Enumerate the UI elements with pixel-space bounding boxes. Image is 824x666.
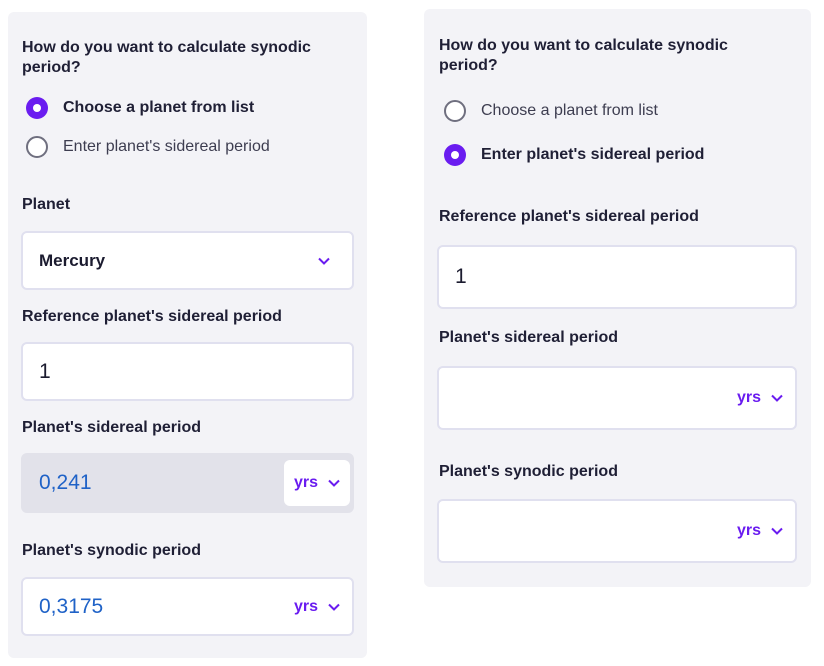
- planet-label: Planet: [22, 196, 71, 213]
- unit-label: yrs: [736, 522, 761, 539]
- sidereal-period-label: Planet's sidereal period: [439, 329, 618, 346]
- radio-label: Choose a planet from list: [481, 102, 658, 119]
- chevron-down-icon: [328, 479, 340, 487]
- synodic-period-field[interactable]: yrs: [437, 499, 797, 563]
- unit-label: yrs: [736, 389, 761, 406]
- method-question: How do you want to calculate synodic per…: [22, 39, 311, 76]
- planet-select[interactable]: Mercury: [21, 231, 354, 290]
- radio-choose-planet[interactable]: Choose a planet from list: [444, 100, 658, 122]
- unit-label: yrs: [293, 474, 318, 491]
- synodic-period-value: 0,3175: [39, 594, 104, 618]
- radio-label: Choose a planet from list: [63, 99, 255, 116]
- chevron-down-icon: [771, 527, 783, 535]
- synodic-unit-select[interactable]: yrs: [294, 598, 340, 616]
- unit-label: yrs: [293, 597, 318, 615]
- chevron-down-icon: [771, 394, 783, 402]
- sidereal-period-field: 0,241 yrs: [21, 453, 354, 513]
- radio-unselected-icon[interactable]: [26, 136, 48, 158]
- radio-enter-sidereal[interactable]: Enter planet's sidereal period: [444, 144, 704, 166]
- method-question: How do you want to calculate synodic per…: [439, 37, 728, 74]
- reference-period-value: 1: [39, 359, 51, 383]
- reference-period-label: Reference planet's sidereal period: [22, 308, 282, 325]
- sidereal-period-value: 0,241: [39, 471, 92, 494]
- chevron-down-icon: [328, 603, 340, 611]
- radio-label: Enter planet's sidereal period: [63, 138, 270, 155]
- radio-label: Enter planet's sidereal period: [481, 146, 705, 163]
- synodic-unit-select[interactable]: yrs: [737, 522, 783, 540]
- sidereal-period-label: Planet's sidereal period: [22, 419, 201, 436]
- calculator-panel-left: How do you want to calculate synodic per…: [8, 12, 367, 658]
- reference-period-value: 1: [455, 265, 467, 288]
- radio-selected-icon[interactable]: [26, 97, 48, 119]
- chevron-down-icon: [318, 257, 330, 265]
- radio-enter-sidereal[interactable]: Enter planet's sidereal period: [26, 136, 270, 158]
- reference-period-input[interactable]: 1: [437, 245, 797, 309]
- synodic-period-field[interactable]: 0,3175 yrs: [21, 577, 354, 636]
- sidereal-unit-select[interactable]: yrs: [737, 389, 783, 407]
- synodic-period-label: Planet's synodic period: [22, 542, 201, 559]
- radio-unselected-icon[interactable]: [444, 100, 466, 122]
- sidereal-unit-select[interactable]: yrs: [283, 460, 350, 506]
- radio-selected-icon[interactable]: [444, 144, 466, 166]
- reference-period-label: Reference planet's sidereal period: [439, 208, 699, 225]
- calculator-panel-right: How do you want to calculate synodic per…: [424, 9, 811, 587]
- planet-select-value: Mercury: [39, 250, 106, 270]
- radio-choose-planet[interactable]: Choose a planet from list: [26, 97, 254, 119]
- synodic-period-label: Planet's synodic period: [439, 463, 618, 480]
- sidereal-period-input[interactable]: yrs: [437, 366, 797, 430]
- reference-period-input[interactable]: 1: [21, 342, 354, 401]
